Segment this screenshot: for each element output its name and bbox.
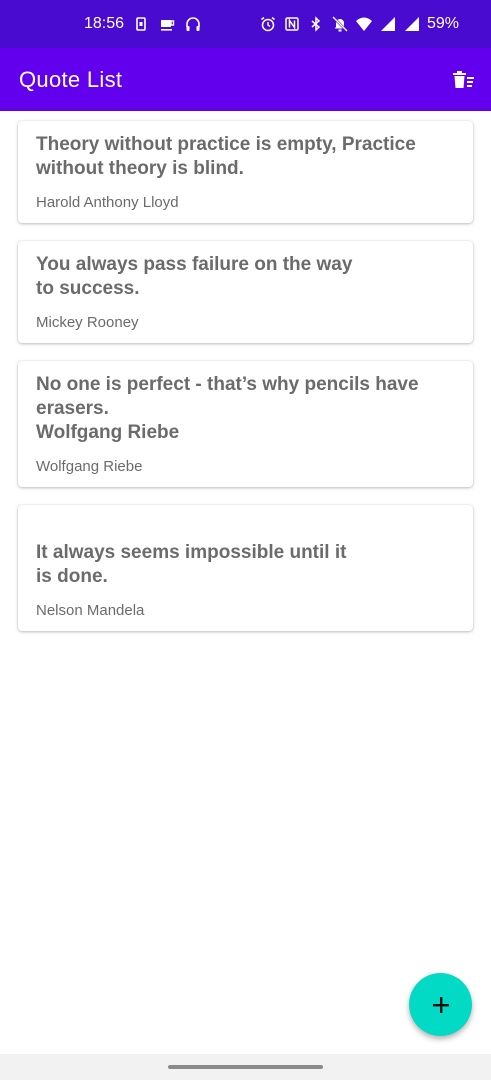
status-time: 18:56 — [84, 15, 125, 32]
sim-icon — [132, 15, 150, 33]
plus-icon — [430, 994, 452, 1016]
status-left: 18:56 — [84, 0, 202, 48]
quote-card[interactable]: Theory without practice is empty, Practi… — [18, 121, 473, 223]
quote-text: Theory without practice is empty, Practi… — [36, 134, 416, 179]
quote-text: No one is perfect - that’s why pencils h… — [36, 374, 419, 443]
status-bar: 18:56 59% — [0, 0, 491, 48]
navigation-bar — [0, 1054, 491, 1080]
headphones-icon — [184, 15, 202, 33]
bluetooth-icon — [307, 15, 325, 33]
quote-author: Wolfgang Riebe — [36, 458, 143, 475]
mute-icon — [331, 15, 349, 33]
delete-all-icon — [450, 67, 476, 93]
page-title: Quote List — [19, 66, 123, 92]
app-bar: Quote List — [0, 48, 491, 111]
signal-icon — [379, 15, 397, 33]
alarm-icon — [259, 15, 277, 33]
quote-card[interactable]: No one is perfect - that’s why pencils h… — [18, 361, 473, 487]
battery-percentage: 59% — [426, 15, 459, 32]
quote-card[interactable]: It always seems impossible until it is d… — [18, 505, 473, 631]
quote-author: Harold Anthony Lloyd — [36, 194, 179, 211]
quote-author: Mickey Rooney — [36, 314, 139, 331]
wifi-icon — [355, 15, 373, 33]
quote-text: You always pass failure on the way to su… — [36, 254, 353, 299]
delete-all-button[interactable] — [449, 66, 477, 94]
status-right: 59% — [259, 0, 459, 48]
add-quote-button[interactable] — [409, 973, 472, 1036]
quote-card[interactable]: You always pass failure on the way to su… — [18, 241, 473, 343]
nfc-icon — [283, 15, 301, 33]
quote-text: It always seems impossible until it is d… — [36, 542, 347, 587]
cup-icon — [158, 15, 176, 33]
signal-icon-2 — [403, 15, 421, 33]
home-indicator[interactable] — [168, 1065, 323, 1069]
quote-author: Nelson Mandela — [36, 602, 145, 619]
quote-list: Theory without practice is empty, Practi… — [18, 121, 473, 649]
